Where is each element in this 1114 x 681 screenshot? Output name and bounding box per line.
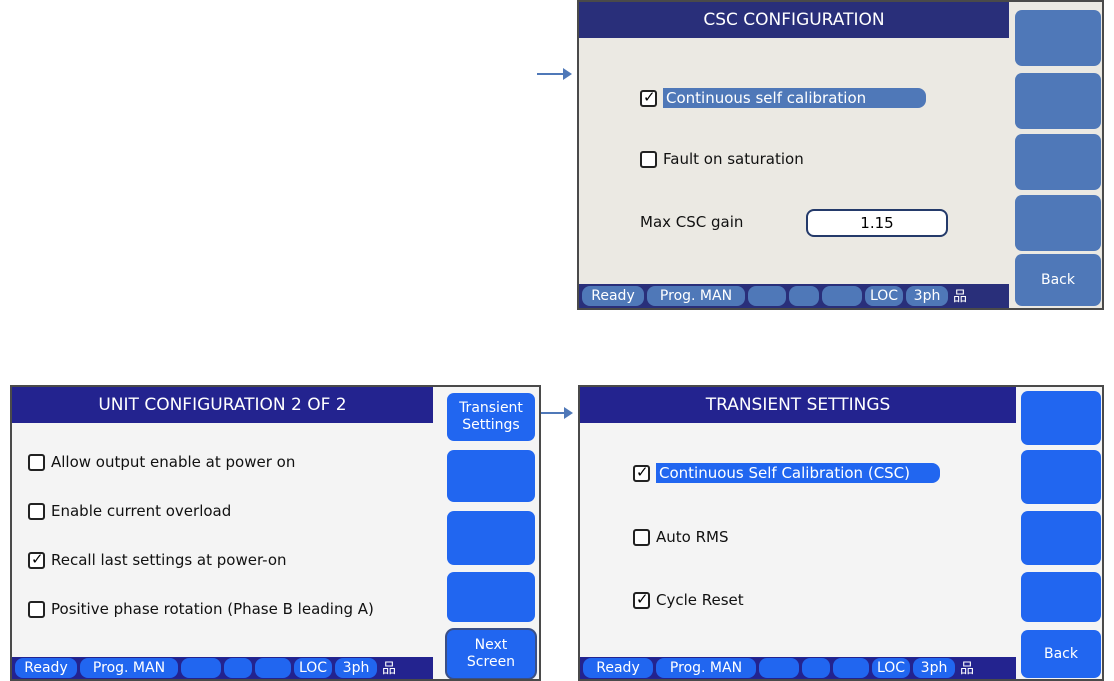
network-icon: 品 <box>953 289 967 305</box>
unit-configuration-screen: UNIT CONFIGURATION 2 OF 2 Allow output e… <box>10 385 541 681</box>
option-cycle-reset[interactable]: Cycle Reset <box>633 590 744 609</box>
status-empty-3 <box>833 658 869 678</box>
status-empty-3 <box>822 286 862 306</box>
transient-settings-screen: TRANSIENT SETTINGS Continuous Self Calib… <box>578 385 1104 681</box>
back-button[interactable]: Back <box>1015 254 1101 306</box>
status-phase: 3ph <box>913 658 955 678</box>
checkbox-checked-icon[interactable] <box>640 88 657 107</box>
side-button-2[interactable] <box>447 450 535 502</box>
option-auto-rms[interactable]: Auto RMS <box>633 528 728 546</box>
side-button-1[interactable] <box>1015 10 1101 66</box>
screen-title: TRANSIENT SETTINGS <box>580 387 1016 423</box>
status-ready: Ready <box>15 658 77 678</box>
side-button-4[interactable] <box>1015 195 1101 251</box>
back-button[interactable]: Back <box>1021 630 1101 678</box>
option-enable-current-overload[interactable]: Enable current overload <box>28 502 231 520</box>
option-fault-on-saturation[interactable]: Fault on saturation <box>640 150 804 168</box>
status-program-mode: Prog. MAN <box>647 286 745 306</box>
status-empty-1 <box>759 658 799 678</box>
status-empty-2 <box>789 286 819 306</box>
checkbox-unchecked-icon[interactable] <box>633 528 650 546</box>
option-allow-output-enable[interactable]: Allow output enable at power on <box>28 453 295 471</box>
max-csc-gain-field[interactable]: 1.15 <box>806 209 948 237</box>
arrow-to-transient-screen <box>541 407 573 419</box>
max-csc-gain-label: Max CSC gain <box>640 213 744 231</box>
option-continuous-self-calibration[interactable]: Continuous Self Calibration (CSC) <box>633 463 941 483</box>
status-ready: Ready <box>582 286 644 306</box>
screen-title: CSC CONFIGURATION <box>579 2 1009 38</box>
status-bar: Ready Prog. MAN LOC 3ph 品 <box>579 284 1009 308</box>
option-recall-last-settings[interactable]: Recall last settings at power-on <box>28 550 287 569</box>
side-button-2[interactable] <box>1015 73 1101 129</box>
side-button-2[interactable] <box>1021 450 1101 504</box>
status-program-mode: Prog. MAN <box>656 658 756 678</box>
transient-settings-button[interactable]: Transient Settings <box>447 393 535 441</box>
status-empty-3 <box>255 658 291 678</box>
status-empty-2 <box>802 658 830 678</box>
side-button-4[interactable] <box>447 572 535 622</box>
side-button-3[interactable] <box>1021 511 1101 565</box>
next-screen-button[interactable]: Next Screen <box>447 630 535 678</box>
checkbox-unchecked-icon[interactable] <box>28 502 45 520</box>
option-continuous-self-calibration[interactable]: Continuous self calibration <box>640 88 927 108</box>
status-ready: Ready <box>583 658 653 678</box>
status-local: LOC <box>865 286 903 306</box>
status-local: LOC <box>294 658 332 678</box>
csc-configuration-screen: CSC CONFIGURATION Continuous self calibr… <box>577 0 1104 310</box>
status-program-mode: Prog. MAN <box>80 658 178 678</box>
side-button-3[interactable] <box>447 511 535 565</box>
screen-title: UNIT CONFIGURATION 2 OF 2 <box>12 387 433 423</box>
status-bar: Ready Prog. MAN LOC 3ph 品 <box>12 657 433 679</box>
side-button-3[interactable] <box>1015 134 1101 190</box>
checkbox-checked-icon[interactable] <box>633 463 650 482</box>
status-empty-2 <box>224 658 252 678</box>
status-phase: 3ph <box>906 286 948 306</box>
checkbox-checked-icon[interactable] <box>28 550 45 569</box>
status-phase: 3ph <box>335 658 377 678</box>
checkbox-unchecked-icon[interactable] <box>640 150 657 168</box>
checkbox-unchecked-icon[interactable] <box>28 453 45 471</box>
checkbox-checked-icon[interactable] <box>633 590 650 609</box>
status-empty-1 <box>748 286 786 306</box>
arrow-to-csc-screen <box>537 68 572 80</box>
network-icon: 品 <box>382 661 396 677</box>
side-button-4[interactable] <box>1021 572 1101 622</box>
side-button-1[interactable] <box>1021 391 1101 445</box>
status-empty-1 <box>181 658 221 678</box>
option-positive-phase-rotation[interactable]: Positive phase rotation (Phase B leading… <box>28 600 374 618</box>
checkbox-unchecked-icon[interactable] <box>28 600 45 618</box>
network-icon: 品 <box>960 661 974 677</box>
status-bar: Ready Prog. MAN LOC 3ph 品 <box>580 657 1016 679</box>
status-local: LOC <box>872 658 910 678</box>
